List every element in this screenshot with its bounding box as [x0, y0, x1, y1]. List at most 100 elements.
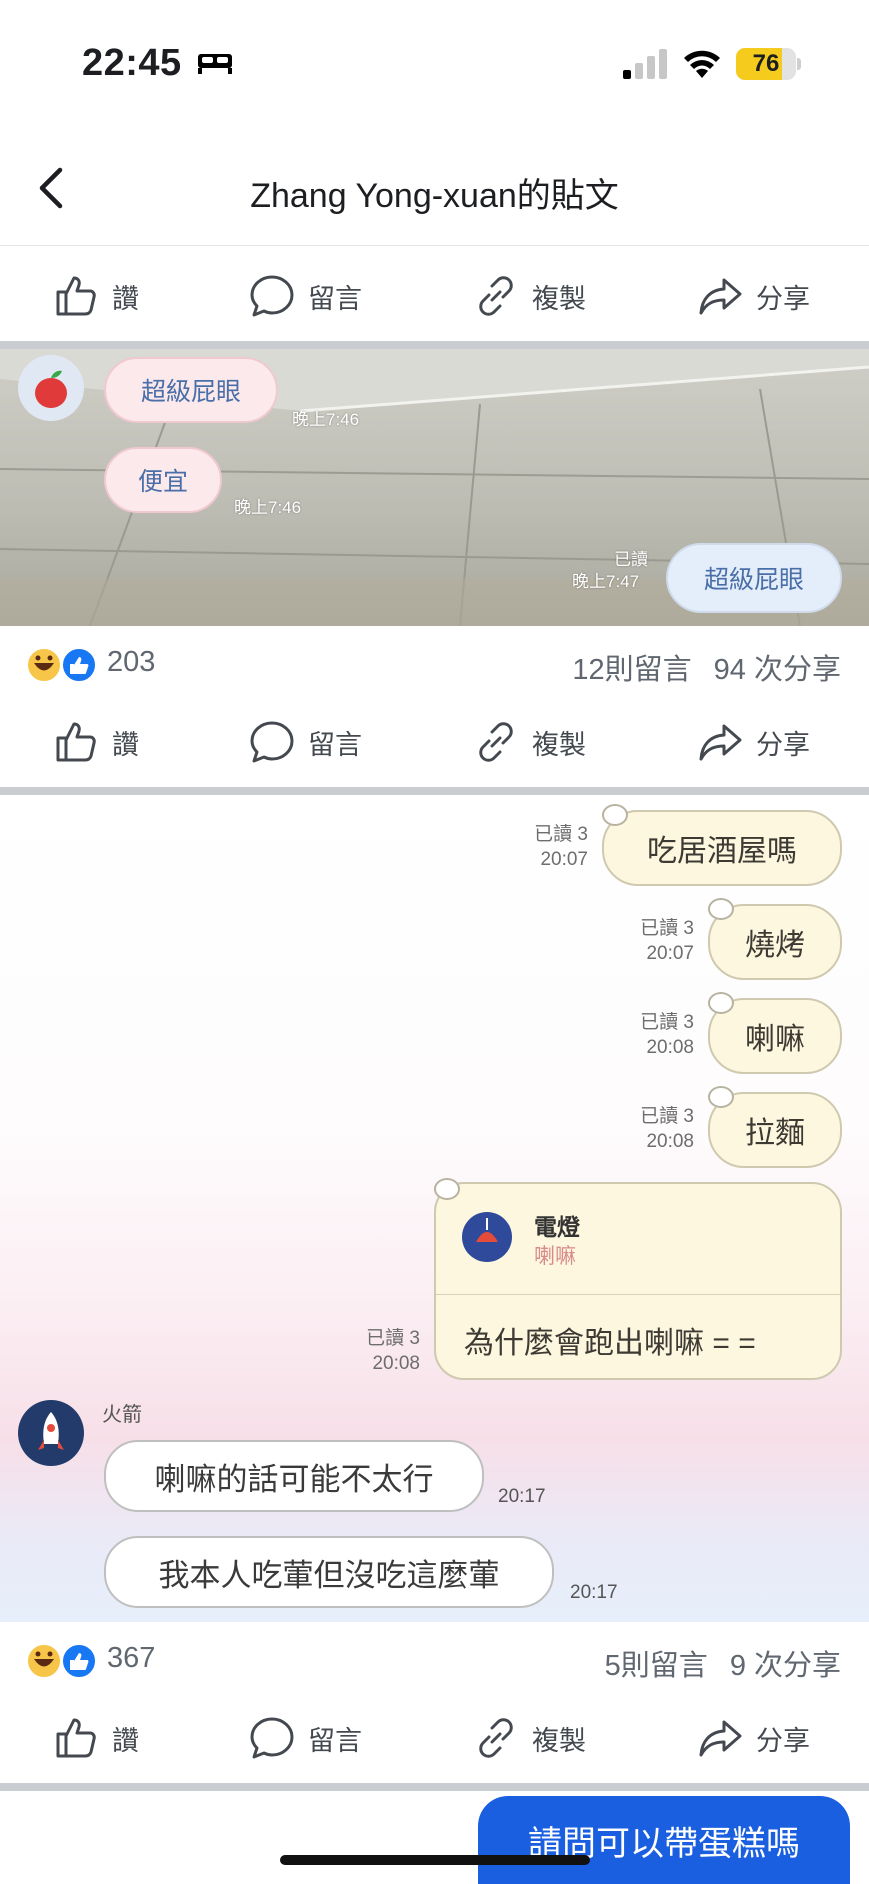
- chat-bubble-received: 喇嘛的話可能不太行: [104, 1440, 484, 1512]
- link-icon: [479, 722, 513, 762]
- quoted-sender: 電燈: [534, 1214, 580, 1240]
- post0-action-bar: 讚 留言 複製 分享: [0, 248, 869, 344]
- read-count: 已讀 3: [640, 1012, 694, 1033]
- read-receipt: 已讀 3 20:08: [340, 1326, 420, 1376]
- contact-avatar: [18, 355, 84, 421]
- comment-bubble-icon: [250, 275, 294, 317]
- message-time: 晚上7:47: [572, 572, 640, 591]
- share-count[interactable]: 9 次分享: [730, 1642, 841, 1684]
- message-time: 20:08: [646, 1131, 694, 1152]
- lamp-icon: [476, 1218, 498, 1242]
- read-receipt: 已讀 3 20:07: [616, 916, 694, 966]
- chat-bubble-received: 便宜: [104, 447, 222, 513]
- chat-bubble-sent: 超級屁眼: [666, 543, 842, 613]
- share-arrow-icon: [699, 1720, 742, 1757]
- sleep-mode-icon: [198, 54, 232, 74]
- post-divider: [0, 787, 869, 795]
- post1-stats-row: 203 12則留言 94 次分享: [0, 624, 869, 704]
- post1-action-bar: 讚 留言 複製 分享: [0, 694, 869, 790]
- share-button[interactable]: 分享: [696, 1690, 810, 1786]
- copy-label: 複製: [532, 729, 586, 760]
- message-time: 20:17: [498, 1486, 546, 1507]
- copy-label: 複製: [532, 283, 586, 314]
- comment-button[interactable]: 留言: [248, 694, 362, 790]
- chat-bubble-received: 我本人吃葷但沒吃這麼葷: [104, 1536, 554, 1608]
- wifi-icon: [684, 50, 720, 78]
- apple-icon: [35, 370, 67, 408]
- post2-image[interactable]: 已讀 3 20:07 吃居酒屋嗎 已讀 3 20:07 燒烤 已讀 3 20:0…: [0, 796, 869, 1622]
- read-receipt: 已讀 3 20:07: [508, 822, 588, 872]
- next-post-chat-bubble[interactable]: 請問可以帶蛋糕嗎: [478, 1796, 850, 1884]
- thumbs-up-icon: [56, 1718, 96, 1758]
- bubble-sticker-face: [708, 1086, 734, 1108]
- comment-button[interactable]: 留言: [248, 248, 362, 344]
- share-button[interactable]: 分享: [696, 694, 810, 790]
- message-time: 晚上7:46: [234, 498, 302, 517]
- message-time: 20:08: [646, 1037, 694, 1058]
- reaction-icons[interactable]: [24, 1642, 100, 1680]
- reaction-icons[interactable]: [24, 646, 100, 684]
- message-time: 20:17: [570, 1582, 618, 1603]
- message-time: 20:08: [372, 1353, 420, 1374]
- cellular-signal-icon: [623, 49, 667, 79]
- battery-icon: 76: [736, 48, 796, 80]
- post-stats: 12則留言 94 次分享: [572, 646, 841, 688]
- comment-label: 留言: [308, 729, 362, 760]
- rocket-icon: [38, 1412, 64, 1450]
- like-button[interactable]: 讚: [52, 1690, 139, 1786]
- page-title: Zhang Yong-xuan的貼文: [250, 177, 619, 215]
- share-label: 分享: [756, 283, 810, 314]
- like-label: 讚: [112, 729, 139, 760]
- home-indicator[interactable]: [280, 1855, 590, 1865]
- card-divider: [436, 1294, 840, 1295]
- share-count[interactable]: 94 次分享: [714, 646, 841, 688]
- like-label: 讚: [112, 1725, 139, 1756]
- sender-name: 火箭: [102, 1404, 142, 1426]
- share-label: 分享: [756, 729, 810, 760]
- quoted-message: 喇嘛: [534, 1245, 576, 1268]
- read-count: 已讀 3: [366, 1328, 420, 1349]
- reaction-count[interactable]: 203: [107, 646, 155, 679]
- reaction-count[interactable]: 367: [107, 1642, 155, 1675]
- comment-count[interactable]: 5則留言: [605, 1642, 708, 1684]
- copy-link-button[interactable]: 複製: [472, 694, 586, 790]
- share-arrow-icon: [699, 724, 742, 761]
- copy-link-button[interactable]: 複製: [472, 1690, 586, 1786]
- post2-stats-row: 367 5則留言 9 次分享: [0, 1620, 869, 1700]
- read-count: 已讀 3: [640, 918, 694, 939]
- comment-bubble-icon: [250, 1717, 294, 1759]
- comment-button[interactable]: 留言: [248, 1690, 362, 1786]
- share-arrow-icon: [699, 278, 742, 315]
- bubble-sticker-face: [602, 804, 628, 826]
- bubble-sticker-face: [708, 992, 734, 1014]
- copy-label: 複製: [532, 1725, 586, 1756]
- read-count: 已讀 3: [534, 824, 588, 845]
- share-button[interactable]: 分享: [696, 248, 810, 344]
- bubble-sticker-face: [708, 898, 734, 920]
- message-time: 20:07: [540, 849, 588, 870]
- thumbs-up-icon: [56, 722, 96, 762]
- thumbs-up-icon: [56, 276, 96, 316]
- read-count: 已讀 3: [640, 1106, 694, 1127]
- status-bar: 22:45 76: [0, 0, 869, 130]
- message-time: 20:07: [646, 943, 694, 964]
- like-button[interactable]: 讚: [52, 248, 139, 344]
- post1-image[interactable]: 超級屁眼 晚上7:46 便宜 晚上7:46 已讀 晚上7:47 超級屁眼: [0, 349, 869, 626]
- copy-link-button[interactable]: 複製: [472, 248, 586, 344]
- comment-label: 留言: [308, 283, 362, 314]
- bubble-sticker-face: [434, 1178, 460, 1200]
- chat-bubble-sent: 吃居酒屋嗎: [602, 810, 842, 886]
- chat-bubble-received: 超級屁眼: [104, 357, 278, 423]
- lamp-avatar: [462, 1212, 512, 1262]
- like-label: 讚: [112, 283, 139, 314]
- reply-text: 為什麼會跑出喇嘛 = =: [464, 1327, 756, 1360]
- reply-card: 電燈 喇嘛 為什麼會跑出喇嘛 = =: [434, 1182, 842, 1380]
- read-receipt: 已讀 3 20:08: [616, 1104, 694, 1154]
- link-icon: [479, 276, 513, 316]
- comment-bubble-icon: [250, 721, 294, 763]
- sender-avatar: [18, 1400, 84, 1466]
- comment-count[interactable]: 12則留言: [572, 646, 691, 688]
- page-header: Zhang Yong-xuan的貼文: [0, 130, 869, 246]
- like-button[interactable]: 讚: [52, 694, 139, 790]
- battery-percent: 76: [752, 50, 780, 77]
